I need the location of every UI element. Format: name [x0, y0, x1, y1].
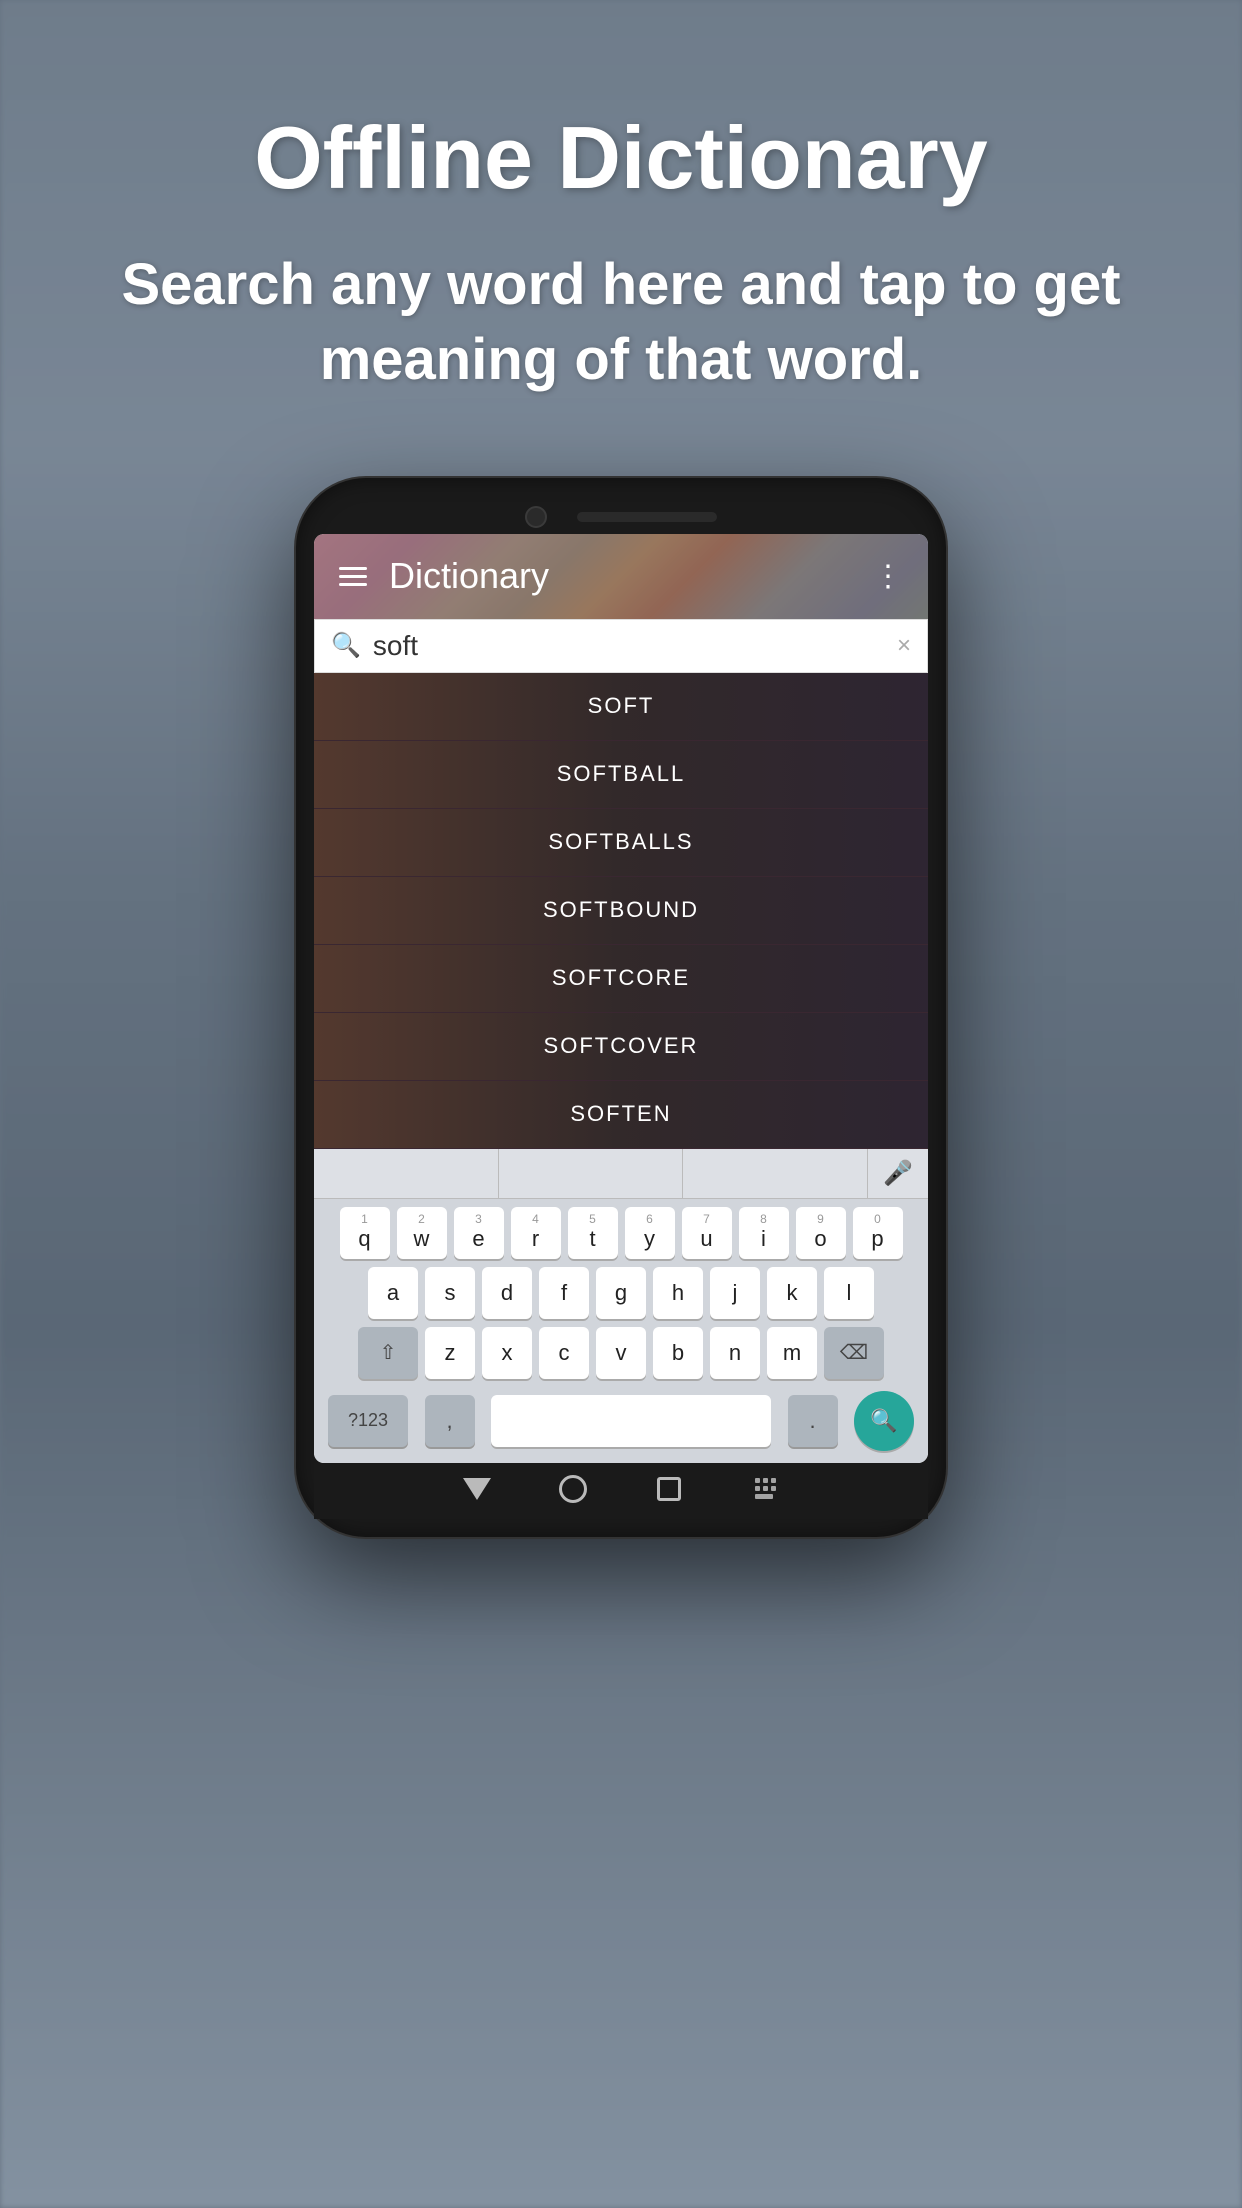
key-e[interactable]: 3 e	[454, 1207, 504, 1259]
app-title: Dictionary	[389, 555, 873, 597]
keyboard-search-button[interactable]: 🔍	[854, 1391, 914, 1451]
keyboard-rows: 1 q 2 w 3 e 4	[314, 1199, 928, 1463]
result-word: SOFTBALLS	[548, 829, 693, 855]
result-item-softcover[interactable]: SOFTCOVER	[314, 1013, 928, 1081]
content-wrapper: Offline Dictionary Search any word here …	[0, 0, 1242, 2208]
key-d[interactable]: d	[482, 1267, 532, 1319]
suggestion-1[interactable]	[314, 1149, 499, 1198]
result-word: SOFT	[588, 693, 655, 719]
result-item-softballs[interactable]: SOFTBALLS	[314, 809, 928, 877]
key-row-1: 1 q 2 w 3 e 4	[320, 1207, 922, 1259]
home-icon	[559, 1475, 587, 1503]
key-s[interactable]: s	[425, 1267, 475, 1319]
shift-key[interactable]: ⇧	[358, 1327, 418, 1379]
app-header: Dictionary ⋮	[314, 534, 928, 619]
nav-keyboard[interactable]	[747, 1471, 783, 1507]
key-i[interactable]: 8 i	[739, 1207, 789, 1259]
main-headline: Offline Dictionary	[194, 110, 1047, 207]
comma-key[interactable]: ,	[425, 1395, 475, 1447]
key-k[interactable]: k	[767, 1267, 817, 1319]
search-bar[interactable]: 🔍 soft ×	[314, 619, 928, 673]
mic-button[interactable]: 🎤	[868, 1149, 928, 1198]
search-icon: 🔍	[331, 631, 361, 660]
key-j[interactable]: j	[710, 1267, 760, 1319]
numeric-key-label: ?123	[348, 1410, 388, 1431]
period-key[interactable]: .	[788, 1395, 838, 1447]
keyboard-suggestions: 🎤	[314, 1149, 928, 1199]
suggestion-2[interactable]	[499, 1149, 684, 1198]
share-button[interactable]: ⋮	[873, 559, 903, 594]
result-word: SOFTCORE	[552, 965, 690, 991]
result-item-soften[interactable]: SOFTEN	[314, 1081, 928, 1149]
key-t[interactable]: 5 t	[568, 1207, 618, 1259]
menu-line-2	[339, 575, 367, 578]
key-a[interactable]: a	[368, 1267, 418, 1319]
key-h[interactable]: h	[653, 1267, 703, 1319]
result-item-softcore[interactable]: SOFTCORE	[314, 945, 928, 1013]
phone-nav-bar	[314, 1463, 928, 1519]
result-word: SOFTCOVER	[544, 1033, 699, 1059]
menu-line-3	[339, 583, 367, 586]
result-word: SOFTBOUND	[543, 897, 699, 923]
result-item-softball[interactable]: SOFTBALL	[314, 741, 928, 809]
result-item-soft[interactable]: SOFT	[314, 673, 928, 741]
phone-screen: Dictionary ⋮ 🔍 soft × SOFT SOFTBALL	[314, 534, 928, 1463]
key-p[interactable]: 0 p	[853, 1207, 903, 1259]
key-r[interactable]: 4 r	[511, 1207, 561, 1259]
back-icon	[463, 1478, 491, 1500]
key-l[interactable]: l	[824, 1267, 874, 1319]
numeric-key[interactable]: ?123	[328, 1395, 408, 1447]
keyboard-bottom-row: ?123 , . 🔍	[320, 1387, 922, 1459]
key-b[interactable]: b	[653, 1327, 703, 1379]
key-m[interactable]: m	[767, 1327, 817, 1379]
key-u[interactable]: 7 u	[682, 1207, 732, 1259]
camera-dot	[525, 506, 547, 528]
key-f[interactable]: f	[539, 1267, 589, 1319]
sub-headline: Search any word here and tap to get mean…	[0, 247, 1242, 398]
nav-back[interactable]	[459, 1471, 495, 1507]
key-w[interactable]: 2 w	[397, 1207, 447, 1259]
keyboard-icon	[755, 1478, 776, 1499]
search-input[interactable]: soft	[373, 630, 885, 662]
phone-outer: Dictionary ⋮ 🔍 soft × SOFT SOFTBALL	[296, 478, 946, 1537]
result-word: SOFTBALL	[557, 761, 685, 787]
clear-button[interactable]: ×	[897, 632, 911, 660]
result-word: SOFTEN	[570, 1101, 671, 1127]
suggestion-3[interactable]	[683, 1149, 868, 1198]
key-x[interactable]: x	[482, 1327, 532, 1379]
key-n[interactable]: n	[710, 1327, 760, 1379]
key-v[interactable]: v	[596, 1327, 646, 1379]
key-q[interactable]: 1 q	[340, 1207, 390, 1259]
speaker-bar	[577, 512, 717, 522]
recents-icon	[657, 1477, 681, 1501]
key-row-2: a s d f g	[320, 1267, 922, 1319]
key-c[interactable]: c	[539, 1327, 589, 1379]
backspace-key[interactable]: ⌫	[824, 1327, 884, 1379]
key-g[interactable]: g	[596, 1267, 646, 1319]
keyboard-area: 🎤 1 q 2 w	[314, 1149, 928, 1463]
key-y[interactable]: 6 y	[625, 1207, 675, 1259]
nav-recents[interactable]	[651, 1471, 687, 1507]
menu-button[interactable]	[339, 567, 367, 586]
results-list: SOFT SOFTBALL SOFTBALLS SOFTBOUND SOFTCO…	[314, 673, 928, 1149]
key-row-3: ⇧ z x c v	[320, 1327, 922, 1379]
space-key[interactable]	[491, 1395, 771, 1447]
phone-mockup: Dictionary ⋮ 🔍 soft × SOFT SOFTBALL	[296, 478, 946, 1537]
result-item-softbound[interactable]: SOFTBOUND	[314, 877, 928, 945]
key-z[interactable]: z	[425, 1327, 475, 1379]
menu-line-1	[339, 567, 367, 570]
phone-top-bar	[314, 496, 928, 534]
nav-home[interactable]	[555, 1471, 591, 1507]
key-o[interactable]: 9 o	[796, 1207, 846, 1259]
